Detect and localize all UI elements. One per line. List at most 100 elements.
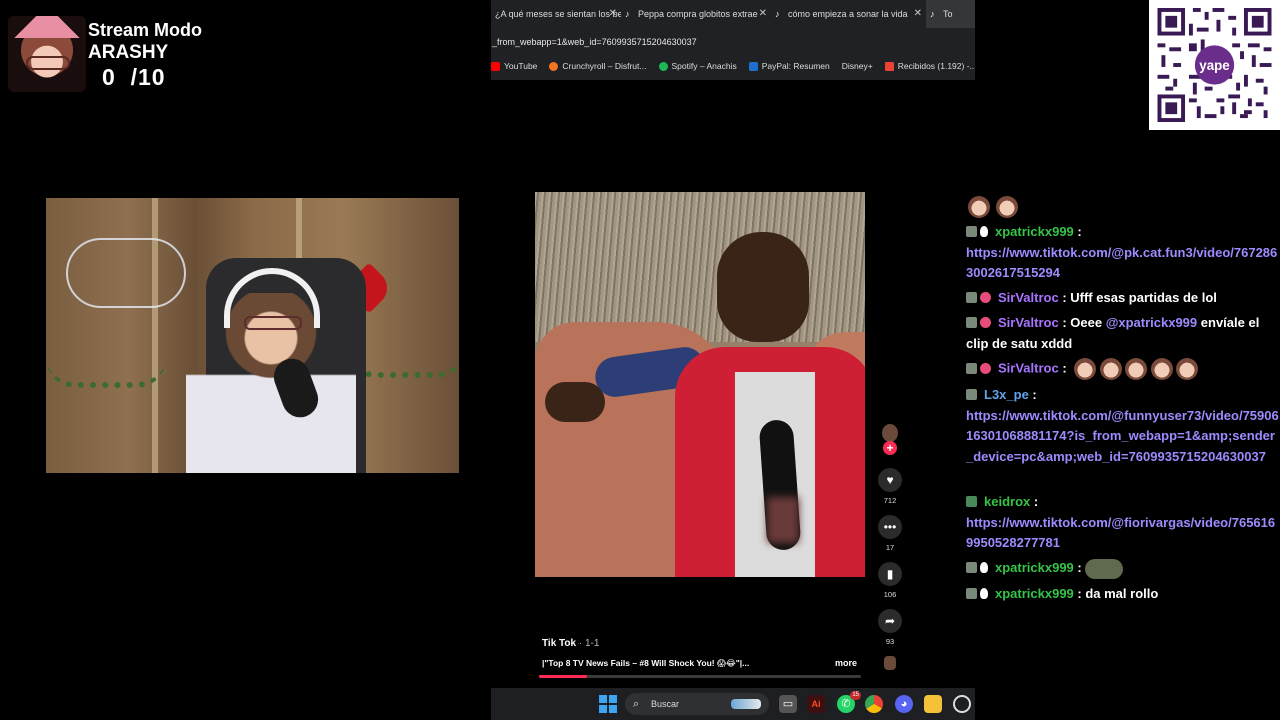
chat-text: da mal rollo xyxy=(1085,586,1159,601)
qr-brand: yape xyxy=(1199,58,1229,73)
chrome-icon[interactable] xyxy=(865,695,883,713)
discord-icon[interactable]: ◕ xyxy=(895,695,913,713)
bookmark-label: Crunchyroll – Disfrut... xyxy=(562,61,647,71)
obs-icon[interactable] xyxy=(953,695,971,713)
stream-overlay: Stream Modo ARASHY 0 /10 xyxy=(6,12,206,92)
creator-avatar[interactable] xyxy=(882,424,898,442)
spotify-icon xyxy=(658,61,668,71)
video-actions: + ♥ 712 ••• 17 ▮ 106 ➦ 93 xyxy=(874,424,906,684)
bookmark-label: Recibidos (1.192) -... xyxy=(897,61,975,71)
user-badges xyxy=(966,288,994,309)
chat-link[interactable]: https://www.tiktok.com/@funnyuser73/vide… xyxy=(966,408,1279,464)
bookmark-gmail[interactable]: Recibidos (1.192) -... xyxy=(884,61,975,71)
progress-fill xyxy=(539,675,588,678)
address-bar[interactable]: _from_webapp=1&web_id=760993571520463003… xyxy=(491,32,975,52)
heart-icon: ♥ xyxy=(878,468,902,492)
bookmark-disney[interactable]: Disney+ xyxy=(842,61,873,71)
author-name: Tik Tok xyxy=(542,638,577,649)
chat-mention[interactable]: @xpatrickx999 xyxy=(1106,315,1197,330)
emote-icon xyxy=(1125,358,1148,380)
follow-button[interactable]: + xyxy=(883,441,897,455)
whatsapp-icon[interactable]: ✆ 15 xyxy=(837,691,861,713)
windows-start-icon[interactable] xyxy=(599,695,617,713)
user-badges xyxy=(966,558,991,579)
more-button[interactable]: more xyxy=(835,658,857,668)
video-author[interactable]: Tik Tok · 1-1 xyxy=(542,638,599,649)
chat-message: xpatrickx999 : https://www.tiktok.com/@p… xyxy=(966,222,1278,281)
search-placeholder: Buscar xyxy=(651,699,680,709)
emote-icon xyxy=(1073,358,1096,380)
user-badges xyxy=(966,359,994,380)
bookmarks-bar: YouTube Crunchyroll – Disfrut... Spotify… xyxy=(491,56,975,76)
taskbar-search[interactable]: ⌕ Buscar xyxy=(625,693,769,715)
share-count: 93 xyxy=(885,637,895,646)
tab-label: To xyxy=(943,9,953,19)
comment-icon: ••• xyxy=(878,515,902,539)
bookmark-spotify[interactable]: Spotify – Anachis xyxy=(658,61,737,71)
chat-username[interactable]: SirValtroc xyxy=(998,360,1059,375)
chat-username[interactable]: xpatrickx999 xyxy=(995,224,1074,239)
bookmark-icon: ▮ xyxy=(878,562,902,586)
streamer-avatar xyxy=(8,16,86,92)
user-badges xyxy=(966,492,980,513)
close-icon[interactable]: ✕ xyxy=(914,8,922,19)
emote-row xyxy=(968,196,1018,218)
chat-username[interactable]: xpatrickx999 xyxy=(995,586,1074,601)
tiktok-icon: ♪ xyxy=(775,9,780,19)
save-button[interactable]: ▮ 106 xyxy=(874,562,906,599)
emote-icon xyxy=(968,196,990,218)
close-icon[interactable]: ✕ xyxy=(609,8,617,19)
task-view-icon[interactable]: ▭ xyxy=(779,695,797,713)
chat-username[interactable]: SirValtroc xyxy=(998,315,1059,330)
chat-username[interactable]: xpatrickx999 xyxy=(995,560,1074,575)
browser-tab[interactable]: ¿A qué meses se sientan los be ✕ xyxy=(491,0,621,28)
share-icon: ➦ xyxy=(878,609,902,633)
close-icon[interactable]: ✕ xyxy=(759,8,767,19)
user-badges xyxy=(966,222,991,243)
chat-link[interactable]: https://www.tiktok.com/@fiorivargas/vide… xyxy=(966,515,1275,551)
browser-window: ¿A qué meses se sientan los be ✕ ♪ Peppa… xyxy=(491,0,975,80)
share-button[interactable]: ➦ 93 xyxy=(874,609,906,646)
tab-label: ¿A qué meses se sientan los be xyxy=(495,9,621,19)
tiktok-icon: ♪ xyxy=(625,9,630,19)
user-badges xyxy=(966,584,991,605)
browser-tab-active[interactable]: ♪ To xyxy=(926,0,975,28)
music-disc-icon[interactable] xyxy=(884,656,896,670)
adobe-illustrator-icon[interactable]: Ai xyxy=(807,695,825,713)
bookmark-youtube[interactable]: YouTube xyxy=(491,61,537,71)
tiktok-icon: ♪ xyxy=(930,9,935,19)
emote-icon xyxy=(1150,358,1173,380)
bookmark-label: Spotify – Anachis xyxy=(671,61,737,71)
comment-button[interactable]: ••• 17 xyxy=(874,515,906,552)
windows-taskbar: ⌕ Buscar ▭ Ai ✆ 15 ◕ xyxy=(491,688,975,720)
paypal-icon xyxy=(748,61,758,71)
video-description: |"Top 8 TV News Fails – #8 Will Shock Yo… xyxy=(542,658,750,668)
browser-tab[interactable]: ♪ cómo empieza a sonar la vida ✕ xyxy=(771,0,926,28)
bookmark-crunchyroll[interactable]: Crunchyroll – Disfrut... xyxy=(549,61,647,71)
chat-link[interactable]: https://www.tiktok.com/@pk.cat.fun3/vide… xyxy=(966,245,1277,281)
chat-message: xpatrickx999 : xyxy=(966,558,1280,579)
chat-panel: xpatrickx999 : https://www.tiktok.com/@p… xyxy=(966,186,1280,616)
tiktok-video[interactable] xyxy=(535,192,865,577)
overlay-name: ARASHY xyxy=(88,42,169,63)
tab-bar: ¿A qué meses se sientan los be ✕ ♪ Peppa… xyxy=(491,0,975,28)
chat-username[interactable]: SirValtroc xyxy=(998,290,1059,305)
crunchyroll-icon xyxy=(549,61,559,71)
like-button[interactable]: ♥ 712 xyxy=(874,468,906,505)
notification-badge: 15 xyxy=(850,691,861,700)
youtube-icon xyxy=(491,61,500,71)
chat-message: xpatrickx999 : da mal rollo xyxy=(966,584,1280,605)
chat-username[interactable]: L3x_pe xyxy=(984,387,1029,402)
cat-emote-icon xyxy=(1085,558,1124,579)
chat-message: keidrox : https://www.tiktok.com/@fioriv… xyxy=(966,492,1276,551)
overlay-counter: 0 /10 xyxy=(102,64,166,90)
chat-username[interactable]: keidrox xyxy=(984,494,1030,509)
file-explorer-icon[interactable] xyxy=(924,695,942,713)
video-progress-bar[interactable] xyxy=(539,675,861,678)
neon-sign xyxy=(66,238,186,308)
user-badges xyxy=(966,313,994,334)
bookmark-paypal[interactable]: PayPal: Resumen xyxy=(748,61,830,71)
webcam-feed xyxy=(46,198,459,473)
gmail-icon xyxy=(884,61,894,71)
browser-tab[interactable]: ♪ Peppa compra globitos extrae ✕ xyxy=(621,0,771,28)
